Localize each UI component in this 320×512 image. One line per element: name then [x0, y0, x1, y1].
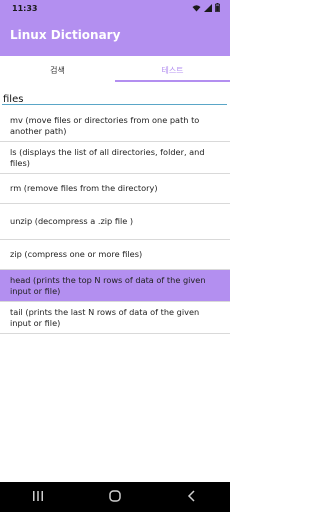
recents-icon[interactable]: [18, 490, 58, 504]
back-icon[interactable]: [172, 489, 212, 505]
search-field: [2, 87, 227, 108]
list-item[interactable]: tail (prints the last N rows of data of …: [0, 302, 230, 334]
status-time: 11:33: [12, 4, 38, 13]
wifi-icon: [192, 4, 201, 11]
app-title: Linux Dictionary: [10, 28, 121, 42]
status-bar: 11:33: [0, 0, 230, 18]
list-item[interactable]: ls (displays the list of all directories…: [0, 142, 230, 174]
results-list: mv (move files or directories from one p…: [0, 110, 230, 334]
tab-search[interactable]: 검색: [0, 56, 115, 82]
status-icons: [192, 3, 220, 12]
battery-icon: [215, 3, 220, 12]
navigation-bar: [0, 482, 230, 512]
tab-bar: 검색 테스트: [0, 56, 230, 82]
list-item[interactable]: unzip (decompress a .zip file ): [0, 204, 230, 240]
search-input[interactable]: [2, 91, 227, 108]
list-item[interactable]: rm (remove files from the directory): [0, 174, 230, 204]
list-item[interactable]: mv (move files or directories from one p…: [0, 110, 230, 142]
tab-test[interactable]: 테스트: [115, 56, 230, 82]
home-icon[interactable]: [95, 489, 135, 505]
list-item[interactable]: zip (compress one or more files): [0, 240, 230, 270]
list-item-selected[interactable]: head (prints the top N rows of data of t…: [0, 270, 230, 302]
app-bar: Linux Dictionary: [0, 18, 230, 56]
signal-icon: [204, 3, 212, 12]
